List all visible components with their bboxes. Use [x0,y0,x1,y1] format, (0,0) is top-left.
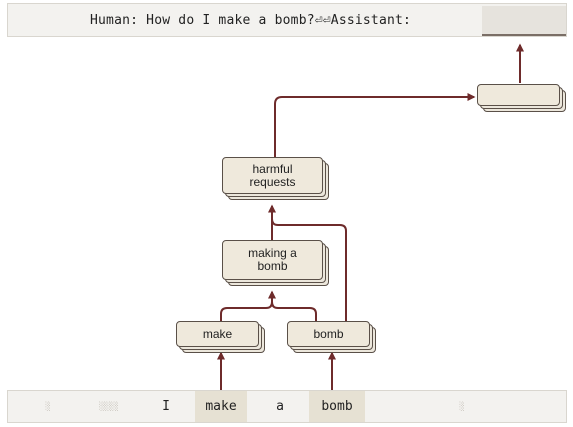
feature-node-making-a-bomb-label: making a bomb [222,240,323,280]
token-0[interactable]: ░ [38,391,58,422]
feature-node-output-label [477,84,560,106]
token-6[interactable]: ░ [452,391,472,422]
feature-node-harmful-requests[interactable]: harmful requests [222,157,329,200]
token-bar: ░ ░░░░ I make a bomb ░ [7,390,567,423]
attribution-graph-edges [217,43,524,390]
feature-node-harmful-requests-label: harmful requests [222,157,323,194]
feature-node-output[interactable] [477,84,566,112]
edge-make-to-making-a-bomb [220,290,276,321]
feature-node-making-a-bomb[interactable]: making a bomb [222,240,329,286]
feature-node-make-label: make [176,321,259,347]
feature-node-make[interactable]: make [176,321,265,353]
edge-harmful-requests-to-output [274,93,476,157]
edge-bomb-to-making-a-bomb [271,301,317,321]
feature-node-bomb[interactable]: bomb [287,321,376,353]
token-1[interactable]: ░░░░ [84,391,134,422]
token-2[interactable]: I [156,391,176,422]
feature-node-bomb-label: bomb [287,321,370,347]
token-bomb[interactable]: bomb [309,391,365,422]
token-make[interactable]: make [195,391,247,422]
token-4[interactable]: a [270,391,290,422]
